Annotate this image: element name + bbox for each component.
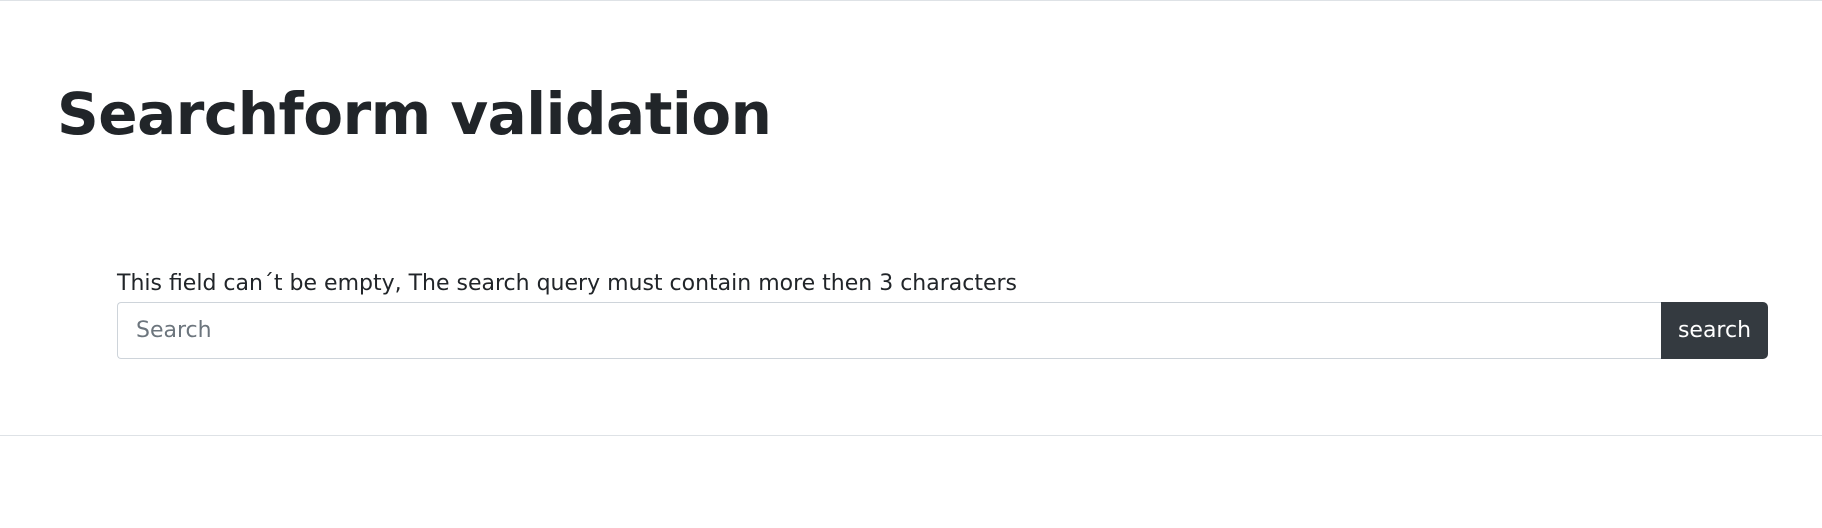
page: Searchform validation This field can´t b…: [0, 0, 1822, 528]
search-input[interactable]: [117, 302, 1661, 359]
search-form: This field can´t be empty, The search qu…: [117, 268, 1768, 359]
validation-message: This field can´t be empty, The search qu…: [117, 271, 1018, 296]
search-input-group: search: [117, 302, 1768, 359]
top-divider: [0, 0, 1822, 1]
search-button[interactable]: search: [1661, 302, 1768, 359]
bottom-divider: [0, 435, 1822, 436]
page-title: Searchform validation: [57, 80, 772, 148]
